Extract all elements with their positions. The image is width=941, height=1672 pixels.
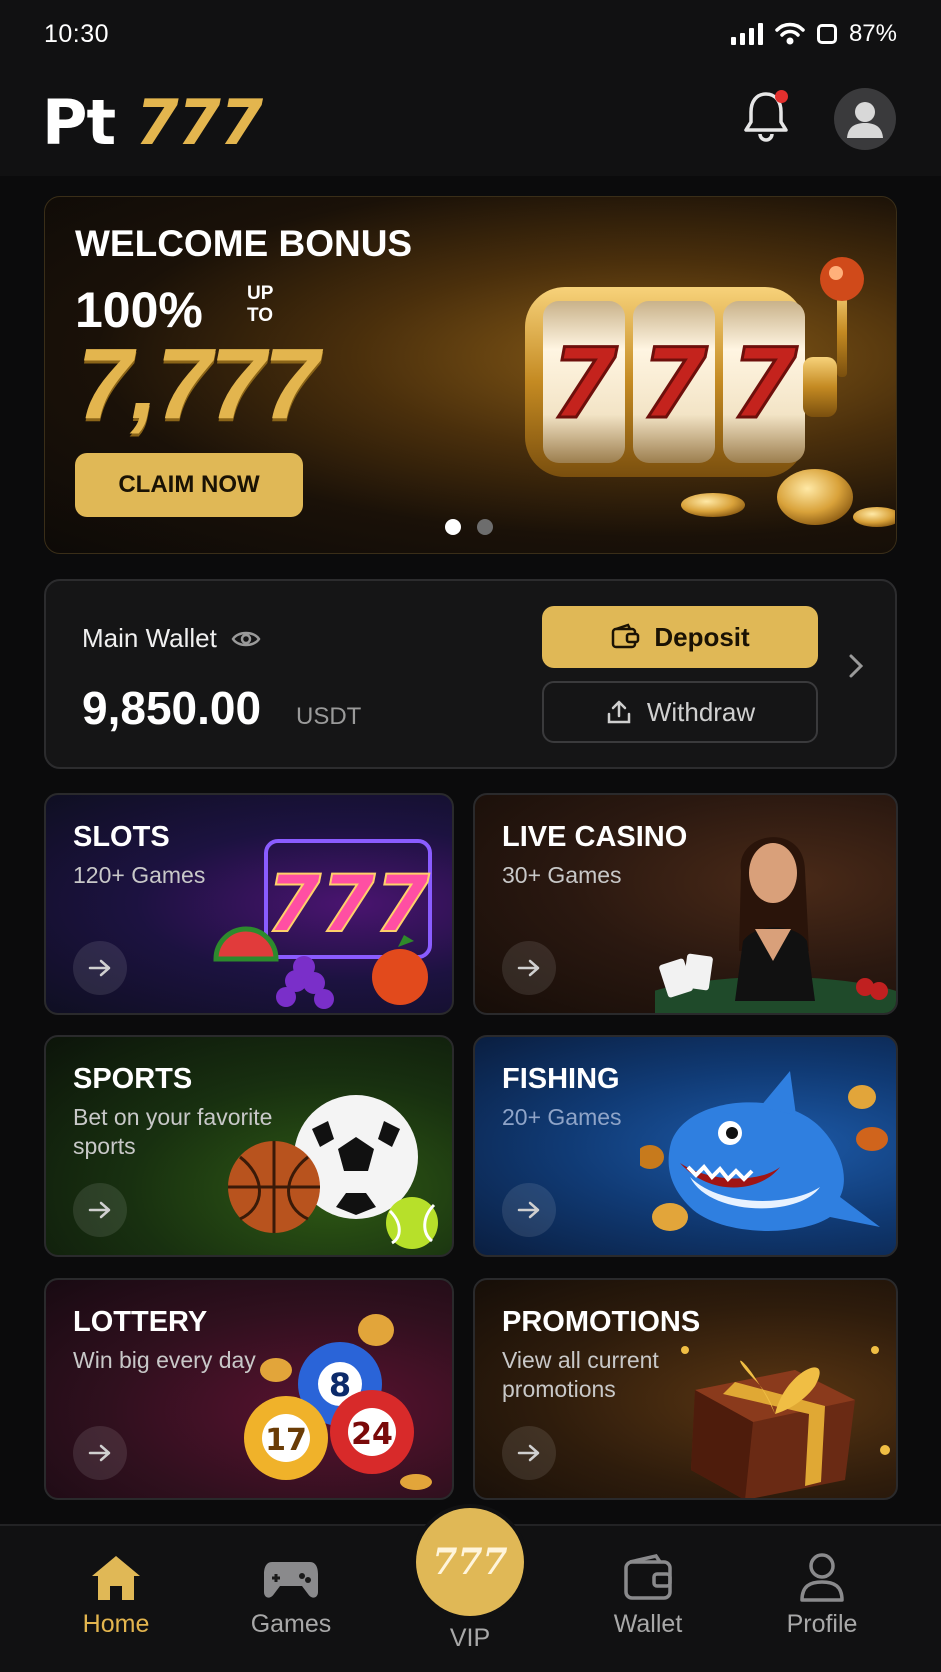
category-subtitle: Bet on your favorite sports [73,1104,273,1159]
nav-home[interactable]: Home [46,1546,186,1639]
lottery-balls-image: 8 17 24 [244,1314,432,1490]
arrow-right-button[interactable] [502,1183,556,1237]
banner-up: UP [247,283,274,304]
wallet-card: Main Wallet 9,850.00 USDT Deposit Withdr… [44,579,897,769]
category-promotions[interactable]: PROMOTIONS View all current promotions [473,1278,898,1500]
withdraw-button[interactable]: Withdraw [542,681,818,743]
app-header: Pt 777 [0,70,941,176]
lottery-ball-3: 24 [351,1417,393,1452]
arrow-right-icon [88,1444,111,1462]
notification-dot [775,90,788,103]
category-subtitle: 20+ Games [502,1104,622,1130]
nav-label: Home [82,1610,150,1638]
category-subtitle: Win big every day [73,1347,256,1373]
home-icon [92,1556,140,1600]
reel-digit-2: 7 [641,328,708,440]
logo-prefix: Pt [42,86,116,159]
category-live-casino[interactable]: LIVE CASINO 30+ Games [473,793,898,1015]
carousel-dot[interactable] [445,519,461,535]
arrow-right-icon [517,959,540,977]
upload-icon [607,700,631,724]
category-title: PROMOTIONS [502,1306,701,1338]
nav-games[interactable]: Games [221,1546,361,1639]
category-sports[interactable]: SPORTS Bet on your favorite sports [44,1035,454,1257]
wallet-icon [624,1554,672,1600]
category-title: SPORTS [73,1063,193,1095]
eye-icon[interactable] [231,629,261,649]
welcome-bonus-banner[interactable]: 7 7 7 WELCOME BONUS 100% UP TO 7,777 CLA… [44,196,897,554]
signal-icon [730,23,763,45]
logo-number: 777 [135,86,263,159]
claim-now-button[interactable]: CLAIM NOW [75,453,303,517]
user-icon [800,1553,844,1602]
nav-profile[interactable]: Profile [752,1546,892,1639]
banner-title: WELCOME BONUS [75,223,413,264]
status-time: 10:30 [44,20,110,48]
nav-vip-button[interactable]: 777 [416,1508,524,1616]
arrow-right-button[interactable] [73,941,127,995]
category-slots[interactable]: 777 SLOTS 120+ Games [44,793,454,1015]
carousel-dot[interactable] [477,519,493,535]
status-bar: 10:30 87% [0,0,941,70]
reel-digit-1: 7 [551,328,618,440]
category-subtitle: 120+ Games [73,862,206,888]
arrow-right-icon [517,1201,540,1219]
category-title: FISHING [502,1063,620,1095]
category-title: LIVE CASINO [502,821,688,853]
nav-label: Profile [786,1610,858,1638]
carousel-indicator [445,519,493,535]
gamepad-icon [264,1562,318,1598]
banner-amount: 7,777 [77,328,319,440]
category-subtitle: View all current promotions [502,1347,659,1402]
notification-button[interactable] [740,88,792,144]
category-lottery[interactable]: 8 17 24 LOTTERY Win big every day [44,1278,454,1500]
category-title: LOTTERY [73,1306,208,1338]
status-icons: 87% [730,20,897,48]
banner-to: TO [247,305,274,326]
slot-machine-image: 7 7 7 [525,257,895,527]
arrow-right-icon [88,1201,111,1219]
withdraw-label: Withdraw [646,696,756,727]
wallet-label: Main Wallet [82,623,217,653]
arrow-right-icon [88,959,111,977]
wallet-label-row: Main Wallet [82,623,261,654]
category-subtitle: 30+ Games [502,862,622,888]
nav-label: Wallet [613,1610,683,1638]
arrow-right-icon [517,1444,540,1462]
nav-label: Games [250,1610,332,1638]
battery-level: 87% [848,20,897,47]
arrow-right-button[interactable] [502,1426,556,1480]
wifi-icon [775,22,805,45]
category-title: SLOTS [73,821,170,853]
wallet-balance: 9,850.00 [82,682,262,734]
user-icon [847,102,883,138]
shark-image [640,1071,888,1231]
live-dealer-image [655,837,896,1013]
chevron-right-icon[interactable] [848,653,864,679]
wallet-currency: USDT [296,703,362,730]
deposit-label: Deposit [654,621,750,652]
nav-wallet[interactable]: Wallet [578,1546,718,1639]
reel-digit-3: 7 [731,328,798,440]
nav-vip-label: VIP [449,1624,491,1652]
slots-777-image: 777 [213,839,432,1009]
bottom-navigation: Home Games 777 VIP Wallet Profile [0,1508,941,1672]
arrow-right-button[interactable] [73,1183,127,1237]
category-fishing[interactable]: FISHING 20+ Games [473,1035,898,1257]
deposit-button[interactable]: Deposit [542,606,818,668]
arrow-right-button[interactable] [73,1426,127,1480]
banner-up-to: UP TO [247,283,273,327]
avatar-button[interactable] [834,88,896,150]
lottery-ball-2: 17 [265,1423,307,1458]
battery-icon [816,24,837,44]
wallet-icon [612,623,640,649]
app-logo[interactable]: Pt 777 [42,86,263,159]
arrow-right-button[interactable] [502,941,556,995]
